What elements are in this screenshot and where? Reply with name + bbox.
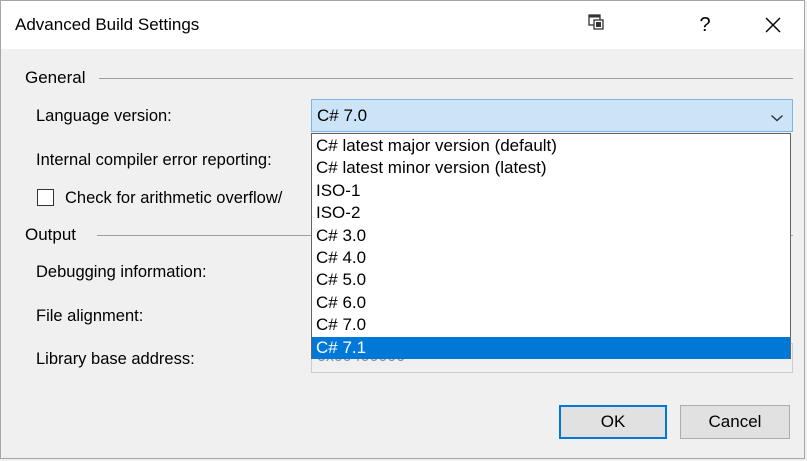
output-group-label: Output — [25, 225, 83, 245]
close-button[interactable] — [753, 7, 793, 43]
cancel-button[interactable]: Cancel — [680, 405, 790, 439]
language-version-value: C# 7.0 — [317, 106, 368, 125]
dropdown-option[interactable]: ISO-2 — [312, 202, 790, 224]
language-version-dropdown-list[interactable]: C# latest major version (default) C# late… — [311, 133, 791, 359]
library-base-label: Library base address: — [36, 350, 195, 368]
debugging-info-label: Debugging information: — [36, 263, 207, 281]
dropdown-option[interactable]: ISO-1 — [312, 180, 790, 202]
dropdown-option[interactable]: C# 3.0 — [312, 225, 790, 247]
window-layout-icon[interactable] — [586, 12, 606, 32]
general-group-divider — [99, 78, 793, 79]
dropdown-option[interactable]: C# 7.0 — [312, 314, 790, 336]
chevron-down-icon[interactable] — [770, 110, 784, 122]
arithmetic-overflow-checkbox[interactable] — [37, 189, 54, 206]
title-bar: Advanced Build Settings ? — [1, 1, 804, 49]
close-icon — [765, 17, 781, 33]
file-alignment-label: File alignment: — [36, 307, 144, 325]
language-version-combobox[interactable]: C# 7.0 — [311, 99, 793, 132]
dropdown-option[interactable]: C# 7.1 — [312, 336, 790, 359]
dropdown-option[interactable]: C# latest minor version (latest) — [312, 157, 790, 179]
ok-button[interactable]: OK — [559, 405, 667, 439]
dropdown-option[interactable]: C# 6.0 — [312, 292, 790, 314]
help-button[interactable]: ? — [687, 7, 723, 43]
dropdown-option[interactable]: C# latest major version (default) — [312, 135, 790, 157]
dropdown-option[interactable]: C# 4.0 — [312, 247, 790, 269]
dialog-title: Advanced Build Settings — [15, 15, 200, 34]
arithmetic-overflow-label: Check for arithmetic overflow/ — [65, 189, 283, 207]
general-group-label: General — [25, 68, 92, 88]
advanced-build-settings-dialog: Advanced Build Settings ? General Langua… — [0, 0, 805, 459]
dropdown-option[interactable]: C# 5.0 — [312, 269, 790, 291]
ice-reporting-label: Internal compiler error reporting: — [36, 151, 272, 169]
language-version-label: Language version: — [36, 107, 172, 125]
